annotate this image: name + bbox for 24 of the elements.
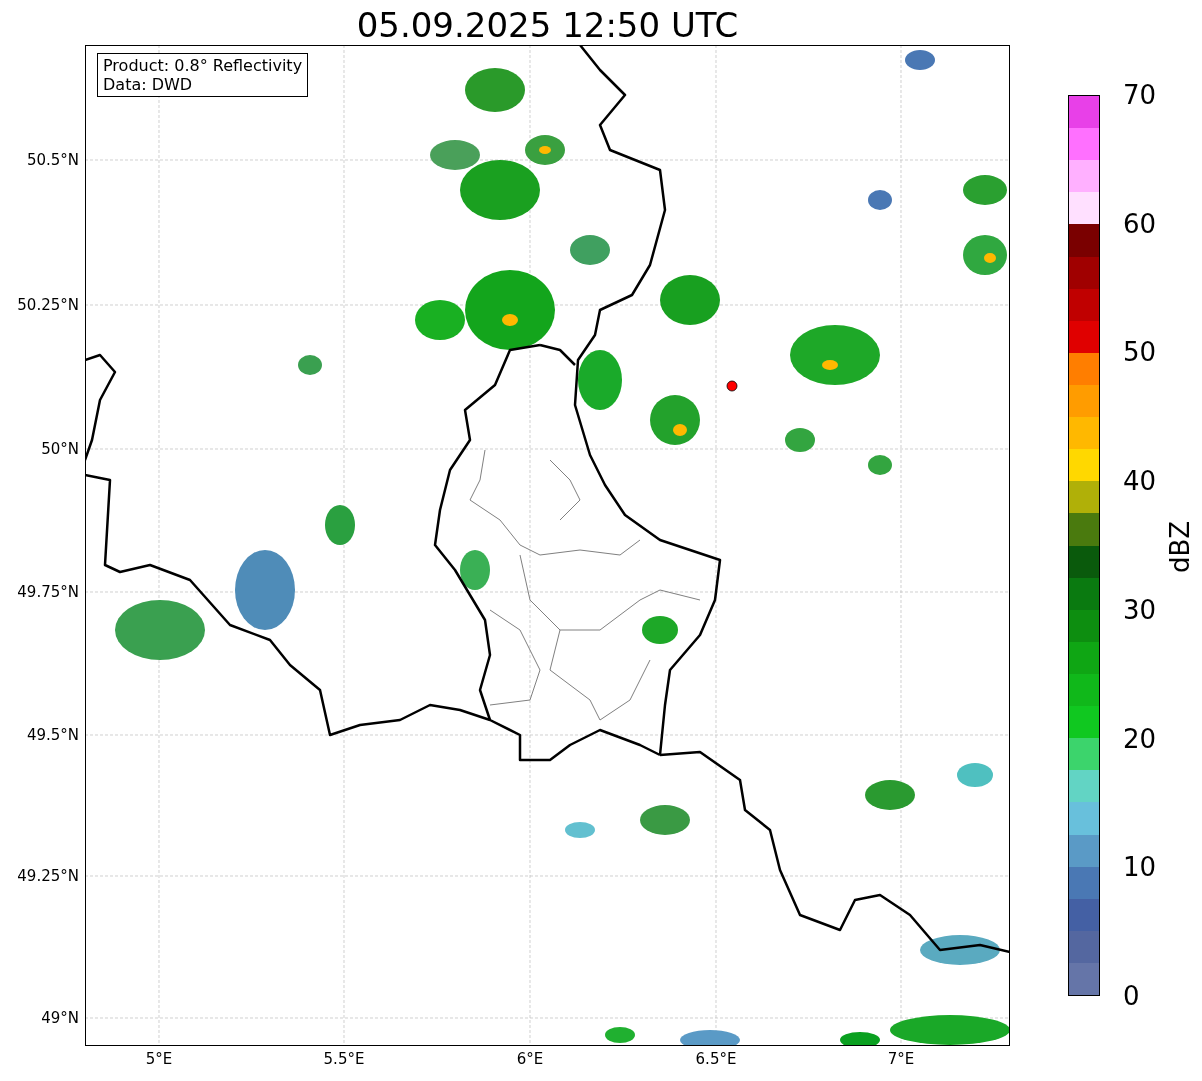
colorbar-tick-label: 40 — [1123, 466, 1157, 497]
latitude-label: 49°N — [41, 1009, 79, 1027]
colorbar-tick-label: 50 — [1123, 337, 1157, 368]
latitude-label: 49.25°N — [17, 867, 79, 885]
colorbar-tick-label: 60 — [1123, 208, 1157, 239]
latitude-label: 50.25°N — [17, 296, 79, 314]
colorbar-tick-label: 30 — [1123, 594, 1157, 625]
chart-title: 05.09.2025 12:50 UTC — [355, 4, 740, 46]
colorbar-tick-label: 0 — [1123, 981, 1140, 1011]
colorbar-tick-label: 20 — [1123, 723, 1157, 754]
latitude-label: 50.5°N — [26, 151, 79, 169]
colorbar-label: dBZ — [1164, 519, 1196, 576]
latitude-label: 49.5°N — [26, 726, 79, 744]
colorbar-tick-label: 70 — [1123, 80, 1157, 110]
longitude-label: 5.5°E — [322, 1050, 366, 1068]
legend-text: Data: DWD — [103, 75, 194, 94]
latitude-label: 49.75°N — [17, 583, 79, 601]
colorbar-tick-label: 10 — [1123, 852, 1157, 883]
longitude-label: 7°E — [886, 1050, 916, 1068]
latitude-label: 50°N — [41, 440, 79, 458]
longitude-label: 5°E — [144, 1050, 174, 1068]
legend-text: Product: 0.8° Reflectivity — [103, 56, 303, 75]
longitude-label: 6°E — [515, 1050, 545, 1068]
longitude-label: 6.5°E — [694, 1050, 738, 1068]
